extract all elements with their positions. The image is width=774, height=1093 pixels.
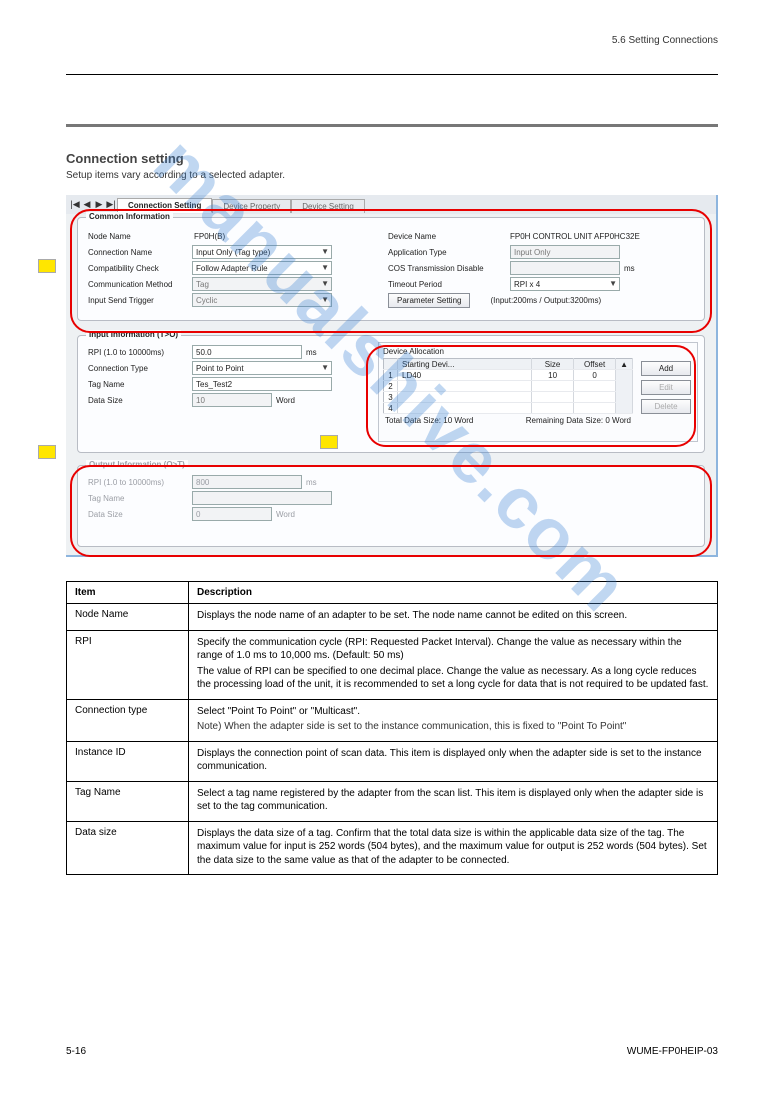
unit-out-ms: ms [302,478,317,487]
lbl-app-type: Application Type [388,248,510,257]
alloc-title: Device Allocation [383,347,693,356]
dd-compat-check[interactable]: Follow Adapter Rule▼ [192,261,332,275]
settings-table: Item Description Node Name Displays the … [66,581,718,875]
lbl-comm-method: Communication Method [88,280,192,289]
lbl-out-size: Data Size [88,510,192,519]
nav-prev-icon[interactable]: ◀ [81,198,93,212]
chapter-ref: 5.6 Setting Connections [66,35,718,46]
col-size: Size [532,359,574,370]
lbl-out-rpi: RPI (1.0 to 10000ms) [88,478,192,487]
dd-send-trigger: Cyclic▼ [192,293,332,307]
chevron-down-icon: ▼ [609,279,617,288]
nav-last-icon[interactable]: ▶| [105,198,117,212]
tab-connection-setting[interactable]: Connection Setting [117,198,212,213]
lbl-data-size: Data Size [88,396,192,405]
nav-first-icon[interactable]: |◀ [69,198,81,212]
section-title: Connection setting [66,151,718,166]
th-item: Item [67,582,189,604]
chevron-down-icon: ▼ [321,247,329,256]
val-node-name: FP0H(B) [192,232,225,241]
lbl-send-trigger: Input Send Trigger [88,296,192,305]
in-tag-name[interactable]: Tes_Test2 [192,377,332,391]
rule-thick [66,124,718,127]
val-timeout-note: (Input:200ms / Output:3200ms) [470,296,601,305]
unit-rpi: ms [302,348,317,357]
chevron-down-icon: ▼ [321,363,329,372]
callout-2: 2 [38,445,56,459]
lbl-node-name: Node Name [88,232,192,241]
in-out-rpi: 800 [192,475,302,489]
page-number: 5-16 [66,1046,86,1057]
val-app-type: Input Only [510,245,620,259]
lbl-cos-disable: COS Transmission Disable [388,264,510,273]
panel-output: Output Information (O>T) RPI (1.0 to 100… [77,465,705,547]
th-desc: Description [189,582,718,604]
dd-comm-method: Tag▼ [192,277,332,291]
lbl-connection-name: Connection Name [88,248,192,257]
chevron-down-icon: ▼ [321,263,329,272]
dd-connection-name[interactable]: Input Only (Tag type)▼ [192,245,332,259]
row-rpi: RPI Specify the communication cycle (RPI… [67,630,718,699]
unit-ms: ms [620,264,635,273]
btn-edit[interactable]: Edit [641,380,691,395]
col-start-device: Starting Devi... [398,359,532,370]
lbl-timeout: Timeout Period [388,280,510,289]
row-node-name: Node Name Displays the node name of an a… [67,604,718,631]
unit-word: Word [272,396,295,405]
tab-device-setting[interactable]: Device Setting [291,199,365,213]
nav-next-icon[interactable]: ▶ [93,198,105,212]
lbl-compat-check: Compatibility Check [88,264,192,273]
panel-input-title: Input Information (T>O) [86,330,181,339]
panel-common-title: Common Information [86,212,173,221]
dd-conn-type[interactable]: Point to Point▼ [192,361,332,375]
panel-input: Input Information (T>O) RPI (1.0 to 1000… [77,335,705,453]
btn-delete[interactable]: Delete [641,399,691,414]
callout-1: 1 [38,259,56,273]
in-cos-disable [510,261,620,275]
in-out-size: 0 [192,507,272,521]
alloc-row[interactable]: 4 [384,403,633,414]
alloc-row[interactable]: 2 [384,381,633,392]
alloc-row[interactable]: 3 [384,392,633,403]
group-device-allocation: Device Allocation Starting Devi... Size … [378,342,698,442]
panel-output-title: Output Information (O>T) [86,460,188,469]
btn-parameter-setting[interactable]: Parameter Setting [388,293,470,308]
row-conn-type: Connection type Select "Point To Point" … [67,699,718,741]
row-data-size: Data size Displays the data size of a ta… [67,821,718,875]
scroll-up-icon[interactable]: ▲ [616,359,633,370]
section-sub: Setup items vary according to a selected… [66,170,718,181]
alloc-table[interactable]: Starting Devi... Size Offset ▲ 1 LD40 10… [383,358,633,414]
dd-timeout[interactable]: RPI x 4▼ [510,277,620,291]
in-out-tag [192,491,332,505]
rule-thin [66,74,718,75]
in-data-size: 10 [192,393,272,407]
lbl-conn-type: Connection Type [88,364,192,373]
alloc-row[interactable]: 1 LD40 10 0 [384,370,633,381]
btn-add[interactable]: Add [641,361,691,376]
doc-code: WUME-FP0HEIP-03 [627,1046,718,1057]
lbl-device-name: Device Name [388,232,510,241]
unit-out-word: Word [272,510,295,519]
chevron-down-icon: ▼ [321,279,329,288]
row-instance-id: Instance ID Displays the connection poin… [67,741,718,781]
callout-3: 3 [320,435,338,449]
alloc-total: Total Data Size: 10 Word [385,416,473,425]
val-device-name: FP0H CONTROL UNIT AFP0HC32E [510,232,640,241]
row-tag-name: Tag Name Select a tag name registered by… [67,781,718,821]
tab-device-property[interactable]: Device Property [212,199,291,213]
panel-common: Common Information Node Name FP0H(B) Con… [77,217,705,321]
lbl-out-tag: Tag Name [88,494,192,503]
screenshot-frame: manualshive.com 1 2 3 |◀ ◀ ▶ ▶| Connecti… [66,195,718,557]
lbl-rpi: RPI (1.0 to 10000ms) [88,348,192,357]
col-offset: Offset [574,359,616,370]
lbl-tag-name: Tag Name [88,380,192,389]
in-rpi[interactable]: 50.0 [192,345,302,359]
chevron-down-icon: ▼ [321,295,329,304]
